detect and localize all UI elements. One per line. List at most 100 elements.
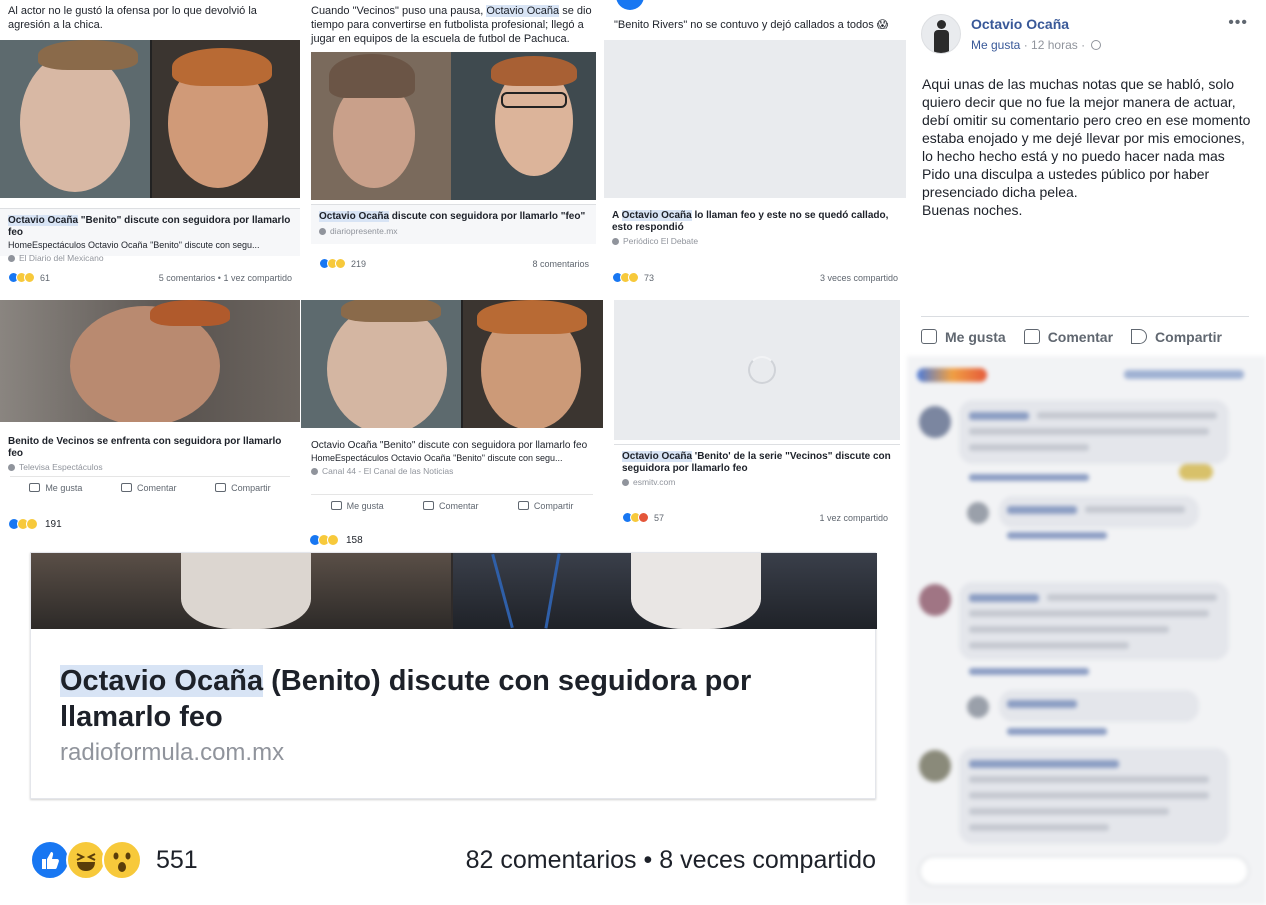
reaction-stats[interactable]: 219 8 comentarios	[311, 258, 597, 269]
share-icon	[215, 483, 227, 492]
news-card-1: Al actor no le gustó la ofensa por lo qu…	[0, 0, 300, 296]
reaction-count: 73	[644, 272, 655, 283]
post-body: Aqui unas de las muchas notas que se hab…	[922, 75, 1252, 219]
link-thumbnail[interactable]	[301, 300, 603, 428]
link-domain: diariopresente.mx	[319, 226, 588, 236]
link-thumbnail[interactable]	[614, 300, 900, 440]
link-domain: esmitv.com	[622, 477, 892, 487]
globe-icon	[1091, 40, 1102, 50]
comments-section-blurred	[907, 356, 1266, 905]
link-thumbnail[interactable]	[0, 40, 300, 198]
link-source: Televisa Espectáculos	[8, 462, 292, 472]
reaction-count: 61	[40, 272, 51, 283]
comment-icon	[423, 501, 434, 510]
link-preview[interactable]: Octavio Ocaña "Benito" discute con segui…	[301, 434, 603, 484]
link-preview[interactable]: Benito de Vecinos se enfrenta con seguid…	[0, 426, 300, 472]
reaction-stats[interactable]: 191	[0, 518, 300, 530]
comment-icon	[120, 483, 132, 492]
more-options-icon[interactable]: •••	[1228, 14, 1248, 32]
wow-reaction-icon	[26, 518, 38, 530]
news-card-4: Benito de Vecinos se enfrenta con seguid…	[0, 300, 300, 548]
link-description: HomeEspectáculos Octavio Ocaña "Benito" …	[8, 240, 260, 250]
share-icon	[1131, 329, 1148, 344]
post-actions: Me gusta Comentar Compartir	[311, 494, 593, 511]
link-preview[interactable]: A Octavio Ocaña lo llaman feo y este no …	[604, 204, 906, 256]
reaction-stats[interactable]: 57 1 vez compartido	[614, 512, 896, 523]
thumbs-up-icon	[921, 329, 937, 344]
author-name[interactable]: Octavio Ocaña	[971, 16, 1069, 32]
share-stats[interactable]: 3 veces compartido	[820, 273, 898, 283]
thumbs-up-icon	[29, 483, 41, 492]
wow-reaction-icon	[24, 272, 35, 283]
reaction-count[interactable]: 551	[156, 846, 198, 875]
post-panel: Octavio Ocaña Me gusta · 12 horas · ••• …	[907, 0, 1266, 905]
link-image[interactable]	[31, 553, 877, 629]
comment-share-stats[interactable]: 82 comentarios • 8 veces compartido	[466, 846, 876, 875]
angry-reaction-icon	[638, 512, 649, 523]
loading-spinner-icon	[748, 356, 776, 384]
link-thumbnail[interactable]	[0, 300, 300, 422]
link-title[interactable]: Octavio Ocaña (Benito) discute con segui…	[60, 663, 855, 735]
comment-share-stats[interactable]: 5 comentarios • 1 vez compartido	[159, 273, 292, 283]
link-source: Periódico El Debate	[612, 236, 898, 246]
link-domain: radioformula.com.mx	[60, 739, 285, 766]
news-card-5: Octavio Ocaña "Benito" discute con segui…	[301, 300, 603, 550]
thumbs-up-icon	[330, 501, 342, 510]
share-button[interactable]: Compartir	[1131, 329, 1222, 345]
link-title: Octavio Ocaña discute con seguidora por …	[319, 211, 586, 222]
reaction-count: 219	[351, 258, 367, 269]
news-card-3: "Benito Rivers" no se contuvo y dejó cal…	[604, 0, 906, 296]
wow-reaction-icon	[628, 272, 639, 283]
separator: •	[643, 845, 653, 874]
link-source: El Diario del Mexicano	[8, 253, 292, 263]
share-button[interactable]: Compartir	[517, 501, 573, 511]
post-meta: Me gusta · 12 horas ·	[971, 38, 1102, 52]
like-button[interactable]: Me gusta	[921, 329, 1006, 345]
author-avatar[interactable]	[921, 14, 961, 54]
shares-count[interactable]: 8 veces compartido	[659, 846, 876, 874]
reaction-stats[interactable]: 158	[301, 534, 603, 546]
comment-icon	[1023, 329, 1040, 344]
link-title: Octavio Ocaña "Benito" discute con segui…	[311, 440, 588, 451]
reaction-stats[interactable]: 73 3 veces compartido	[604, 272, 906, 283]
post-paragraph: Buenas noches.	[922, 202, 1023, 218]
comment-button[interactable]: Comentar	[120, 483, 177, 493]
card-text: "Benito Rivers" no se contuvo y dejó cal…	[614, 19, 889, 31]
post-actions: Me gusta Comentar Compartir	[921, 316, 1249, 356]
comment-stats[interactable]: 8 comentarios	[532, 259, 589, 269]
post-paragraph: Pido una disculpa a ustedes público por …	[922, 166, 1214, 200]
like-button[interactable]: Me gusta	[330, 501, 384, 511]
share-icon	[517, 501, 529, 510]
link-title: Octavio Ocaña "Benito" discute con segui…	[8, 215, 291, 238]
share-button[interactable]: Compartir	[215, 483, 271, 493]
comment-button[interactable]: Comentar	[423, 501, 479, 511]
reaction-stats[interactable]: 61 5 comentarios • 1 vez compartido	[0, 272, 300, 283]
link-title: Benito de Vecinos se enfrenta con seguid…	[8, 436, 282, 459]
like-button[interactable]: Me gusta	[29, 483, 82, 493]
link-preview[interactable]: Octavio Ocaña "Benito" discute con segui…	[0, 208, 300, 263]
news-card-6: Octavio Ocaña 'Benito' de la serie "Veci…	[604, 300, 906, 550]
card-text: Al actor no le gustó la ofensa por lo qu…	[8, 5, 257, 31]
comments-count[interactable]: 82 comentarios	[466, 846, 637, 874]
link-thumbnail[interactable]	[311, 52, 596, 200]
card-text: Cuando "Vecinos" puso una pausa, Octavio…	[311, 5, 592, 45]
reaction-count: 57	[654, 512, 665, 523]
post-time[interactable]: 12 horas	[1031, 38, 1078, 52]
wow-reaction-icon	[102, 840, 142, 880]
haha-reaction-icon	[66, 840, 106, 880]
comment-button[interactable]: Comentar	[1023, 329, 1113, 345]
big-reaction-stats: 551 82 comentarios • 8 veces compartido	[30, 838, 876, 882]
reaction-count: 191	[45, 518, 62, 530]
share-stats[interactable]: 1 vez compartido	[819, 513, 888, 523]
news-card-2: Cuando "Vecinos" puso una pausa, Octavio…	[301, 0, 603, 296]
shared-link-card[interactable]: Octavio Ocaña (Benito) discute con segui…	[30, 552, 877, 799]
link-title: A Octavio Ocaña lo llaman feo y este no …	[612, 210, 889, 233]
post-paragraph: Aqui unas de las muchas notas que se hab…	[922, 76, 1255, 164]
link-preview[interactable]: Octavio Ocaña discute con seguidora por …	[311, 204, 596, 244]
link-preview[interactable]: Octavio Ocaña 'Benito' de la serie "Veci…	[614, 444, 900, 492]
like-page-link[interactable]: Me gusta	[971, 38, 1020, 52]
link-description: HomeEspectáculos Octavio Ocaña "Benito" …	[311, 453, 563, 463]
link-thumbnail[interactable]	[604, 40, 906, 198]
link-info: Octavio Ocaña (Benito) discute con segui…	[60, 663, 855, 767]
post-actions: Me gusta Comentar Compartir	[10, 476, 290, 493]
